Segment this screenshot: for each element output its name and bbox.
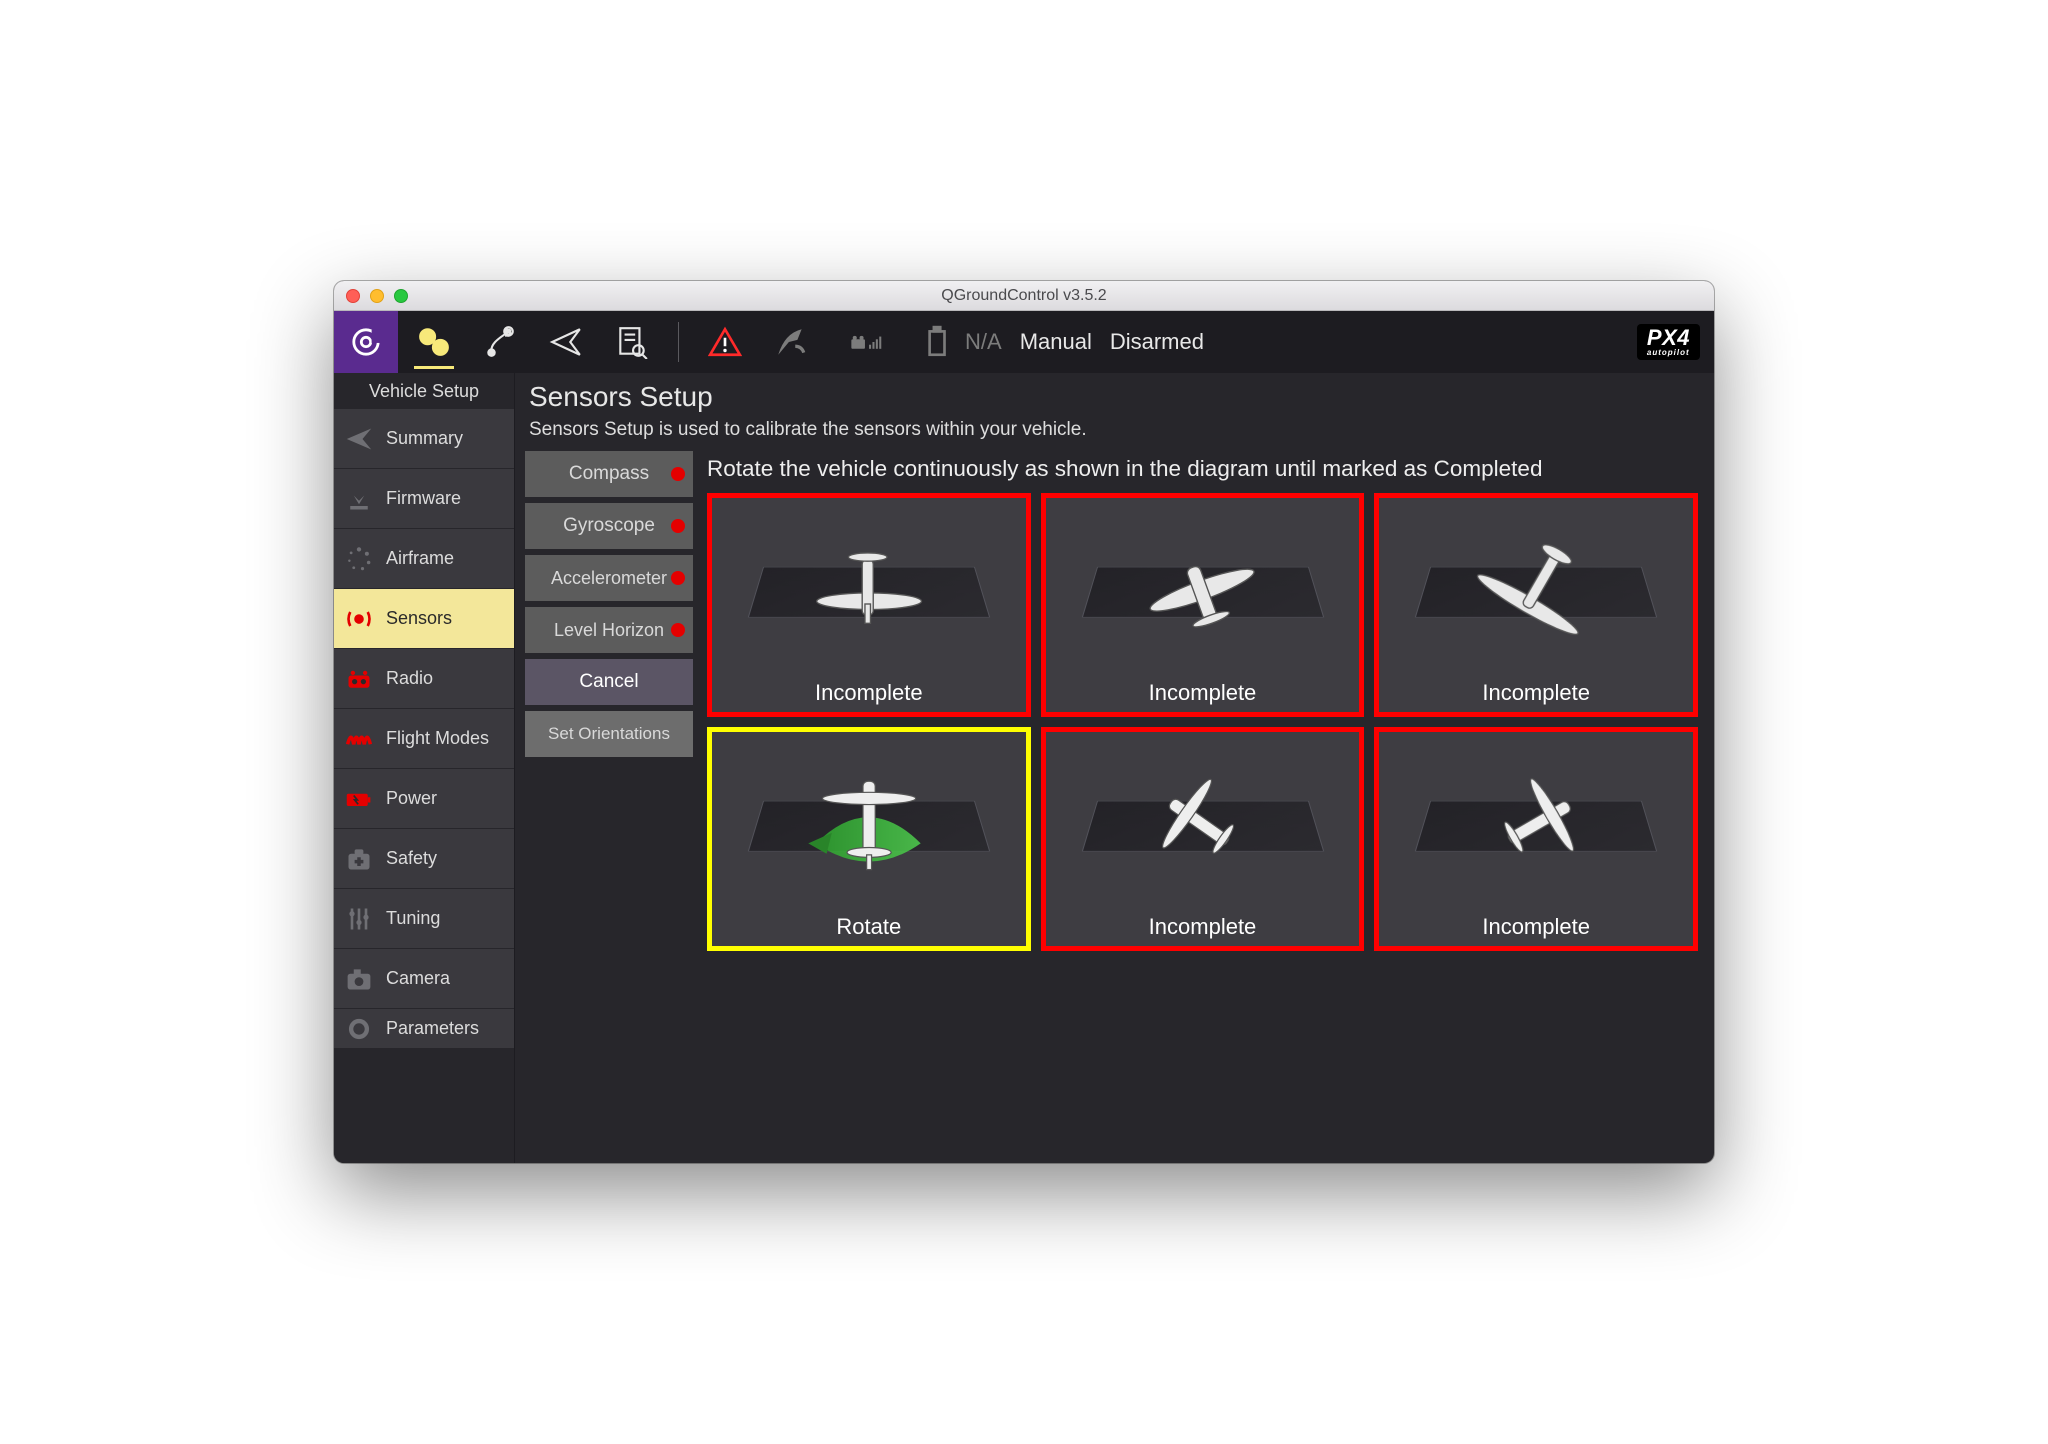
orientation-tile[interactable]: Incomplete xyxy=(707,493,1031,717)
sidebar-item-label: Radio xyxy=(386,668,433,689)
sidebar-item-radio[interactable]: Radio xyxy=(334,649,514,709)
battery-value: N/A xyxy=(965,329,1002,355)
instruction-text: Rotate the vehicle continuously as shown… xyxy=(707,455,1698,483)
sidebar-item-label: Firmware xyxy=(386,488,461,509)
main-area: Vehicle Setup Summary Firmware Airframe … xyxy=(334,373,1714,1163)
cal-label: Cancel xyxy=(579,671,638,693)
sidebar-item-label: Summary xyxy=(386,428,463,449)
page-desc: Sensors Setup is used to calibrate the s… xyxy=(529,419,1698,441)
orientation-tile[interactable]: Incomplete xyxy=(1041,727,1365,951)
window-title: QGroundControl v3.5.2 xyxy=(334,287,1714,305)
battery-icon xyxy=(344,784,374,814)
radio-icon xyxy=(344,664,374,694)
sidebar-item-label: Flight Modes xyxy=(386,728,489,749)
orientation-tile[interactable]: Incomplete xyxy=(1041,493,1365,717)
titlebar: QGroundControl v3.5.2 xyxy=(334,281,1714,311)
sidebar-item-camera[interactable]: Camera xyxy=(334,949,514,1009)
toolbar-separator xyxy=(678,322,679,362)
calibration-panel: Rotate the vehicle continuously as shown… xyxy=(701,451,1714,1163)
content: Sensors Setup Sensors Setup is used to c… xyxy=(514,373,1714,1163)
sidebar-item-label: Camera xyxy=(386,968,450,989)
battery-icon[interactable] xyxy=(913,311,959,373)
loader-icon xyxy=(344,544,374,574)
status-dot-icon xyxy=(671,467,685,481)
tile-label: Incomplete xyxy=(815,680,923,706)
flight-mode[interactable]: Manual xyxy=(1020,329,1092,355)
camera-icon xyxy=(344,964,374,994)
sidebar-item-airframe[interactable]: Airframe xyxy=(334,529,514,589)
sidebar-item-label: Tuning xyxy=(386,908,440,929)
sidebar-item-power[interactable]: Power xyxy=(334,769,514,829)
plane-icon xyxy=(775,769,963,879)
sidebar-item-tuning[interactable]: Tuning xyxy=(334,889,514,949)
svg-text:B: B xyxy=(505,328,511,338)
sidebar-item-label: Power xyxy=(386,788,437,809)
plan-view-icon[interactable]: B xyxy=(470,311,530,373)
cal-label: Accelerometer xyxy=(551,568,667,589)
status-dot-icon xyxy=(671,623,685,637)
fly-view-icon[interactable] xyxy=(536,311,596,373)
sliders-icon xyxy=(344,904,374,934)
cal-label: Set Orientations xyxy=(548,724,670,744)
sidebar-header: Vehicle Setup xyxy=(334,373,514,409)
status-dot-icon xyxy=(671,571,685,585)
rc-icon[interactable] xyxy=(827,311,907,373)
plane-icon xyxy=(775,535,963,645)
sidebar-item-label: Safety xyxy=(386,848,437,869)
page-header: Sensors Setup Sensors Setup is used to c… xyxy=(525,373,1714,451)
cal-label: Gyroscope xyxy=(563,515,655,537)
setup-view-icon[interactable] xyxy=(404,311,464,373)
cal-gyro-button[interactable]: Gyroscope xyxy=(525,503,693,549)
gps-icon[interactable] xyxy=(761,311,821,373)
cal-accel-button[interactable]: Accelerometer xyxy=(525,555,693,601)
status-readout: N/A Manual Disarmed xyxy=(965,329,1204,355)
cal-level-button[interactable]: Level Horizon xyxy=(525,607,693,653)
warning-icon[interactable] xyxy=(695,311,755,373)
sidebar-item-safety[interactable]: Safety xyxy=(334,829,514,889)
tile-label: Rotate xyxy=(836,914,901,940)
tile-label: Incomplete xyxy=(1149,680,1257,706)
analyze-view-icon[interactable] xyxy=(602,311,662,373)
sensors-icon xyxy=(344,604,374,634)
sidebar-item-label: Sensors xyxy=(386,608,452,629)
sidebar-item-summary[interactable]: Summary xyxy=(334,409,514,469)
brand-sub: autopilot xyxy=(1647,349,1690,357)
gear-icon xyxy=(344,1014,374,1044)
sidebar-item-flightmodes[interactable]: Flight Modes xyxy=(334,709,514,769)
cal-label: Compass xyxy=(569,463,649,485)
sidebar-item-firmware[interactable]: Firmware xyxy=(334,469,514,529)
sidebar-item-parameters[interactable]: Parameters xyxy=(334,1009,514,1049)
armed-state[interactable]: Disarmed xyxy=(1110,329,1204,355)
orientation-tile[interactable]: Incomplete xyxy=(1374,727,1698,951)
app-logo-icon[interactable] xyxy=(334,311,398,373)
sidebar-item-label: Airframe xyxy=(386,548,454,569)
page-title: Sensors Setup xyxy=(529,381,1698,413)
px4-logo: PX4 autopilot xyxy=(1637,324,1700,360)
sidebar-item-label: Parameters xyxy=(386,1018,479,1039)
orientation-grid: Incomplete Incomplete xyxy=(707,493,1698,951)
sidebar-item-sensors[interactable]: Sensors xyxy=(334,589,514,649)
plane-icon xyxy=(1427,495,1645,685)
app-window: QGroundControl v3.5.2 B xyxy=(334,281,1714,1163)
paperplane-icon xyxy=(344,424,374,454)
download-icon xyxy=(344,484,374,514)
plane-icon xyxy=(1095,506,1310,674)
tile-label: Incomplete xyxy=(1482,680,1590,706)
wave-icon xyxy=(344,724,374,754)
brand-name: PX4 xyxy=(1647,325,1690,350)
cal-compass-button[interactable]: Compass xyxy=(525,451,693,497)
orientation-tile[interactable]: Incomplete xyxy=(1374,493,1698,717)
cancel-button[interactable]: Cancel xyxy=(525,659,693,705)
cal-button-column: Compass Gyroscope Accelerometer Lev xyxy=(525,451,701,1163)
cal-label: Level Horizon xyxy=(554,620,664,641)
orientation-tile-active[interactable]: Rotate xyxy=(707,727,1031,951)
status-dot-icon xyxy=(671,519,685,533)
sidebar: Vehicle Setup Summary Firmware Airframe … xyxy=(334,373,514,1163)
toolbar: B N/A Manual Disarmed PX4 autopilot xyxy=(334,311,1714,373)
medkit-icon xyxy=(344,844,374,874)
set-orientations-button[interactable]: Set Orientations xyxy=(525,711,693,757)
